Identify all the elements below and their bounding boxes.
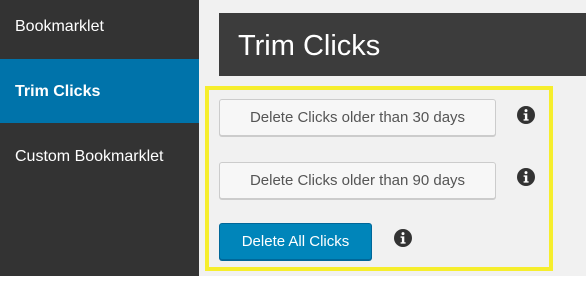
info-icon[interactable] xyxy=(516,105,536,125)
page-title: Trim Clicks xyxy=(238,30,381,62)
sidebar-item-trim-clicks[interactable]: Trim Clicks xyxy=(0,59,199,123)
sidebar-item-custom-bookmarklet[interactable]: Custom Bookmarklet xyxy=(0,147,199,167)
sidebar-item-label: Bookmarklet xyxy=(15,18,104,35)
sidebar: Bookmarklet Trim Clicks Custom Bookmarkl… xyxy=(0,0,199,282)
sidebar-item-label: Trim Clicks xyxy=(15,83,101,100)
info-icon[interactable] xyxy=(516,167,536,187)
sidebar-item-label: Custom Bookmarklet xyxy=(15,148,164,165)
delete-clicks-30-days-button[interactable]: Delete Clicks older than 30 days xyxy=(219,99,496,136)
page-header: Trim Clicks xyxy=(219,13,586,76)
sidebar-item-bookmarklet[interactable]: Bookmarklet xyxy=(0,17,199,37)
delete-all-clicks-button[interactable]: Delete All Clicks xyxy=(219,223,372,260)
bottom-strip xyxy=(199,276,586,282)
delete-clicks-90-days-button[interactable]: Delete Clicks older than 90 days xyxy=(219,162,496,199)
bottom-strip xyxy=(0,276,199,282)
info-icon[interactable] xyxy=(393,228,413,248)
